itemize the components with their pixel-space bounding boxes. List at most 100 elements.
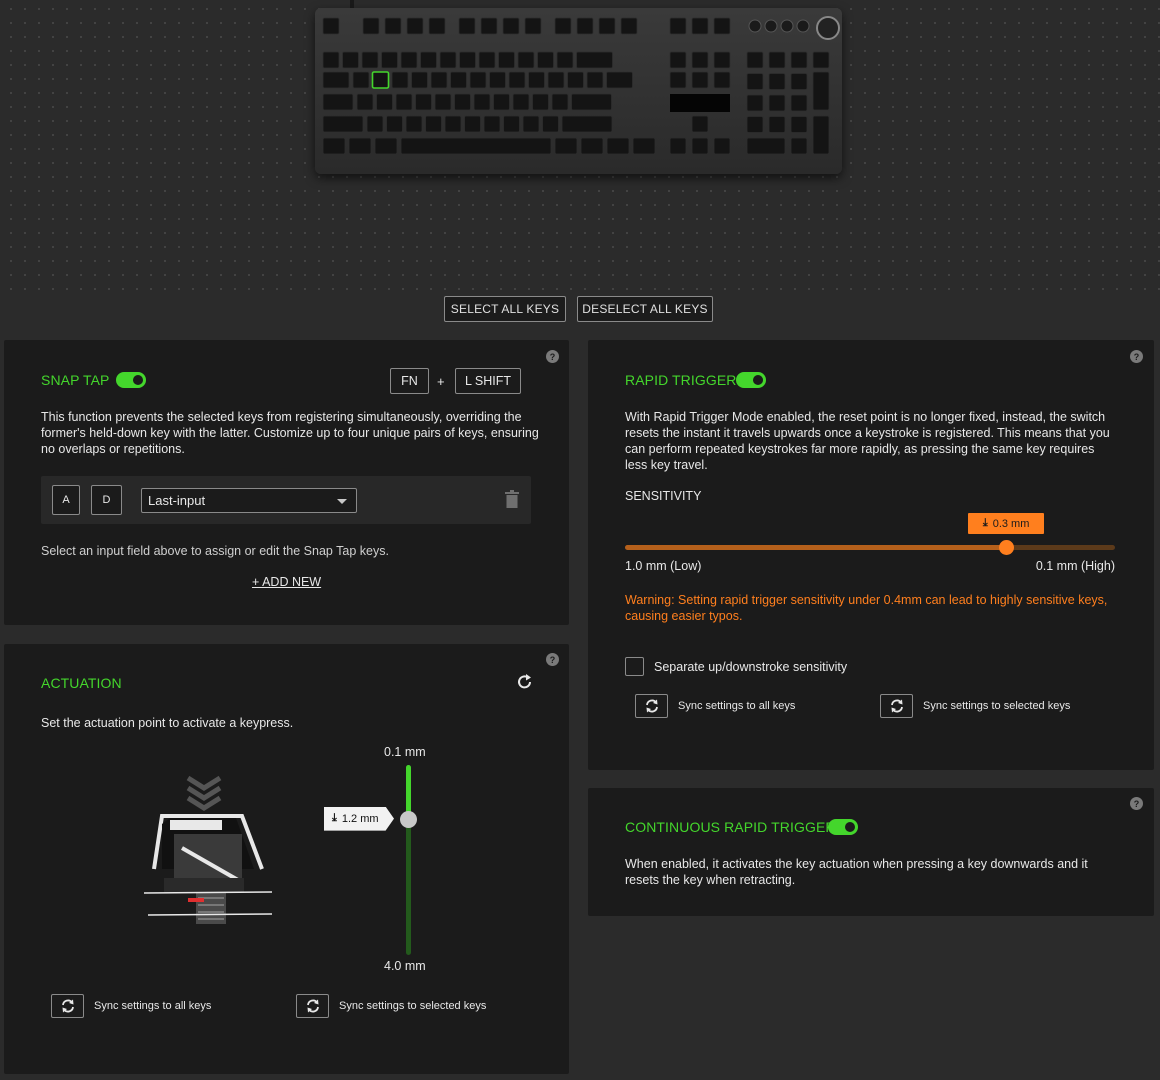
keyboard-key[interactable]	[567, 71, 584, 89]
keyboard-key[interactable]	[691, 115, 709, 133]
key-enter[interactable]	[571, 93, 612, 111]
keyboard-key[interactable]	[746, 116, 764, 133]
keyboard-key[interactable]	[746, 51, 764, 69]
keyboard-key[interactable]	[384, 17, 402, 35]
keyboard-key[interactable]	[669, 71, 687, 89]
keyboard-key[interactable]	[713, 71, 731, 89]
keyboard-key[interactable]	[669, 137, 687, 155]
key-num0[interactable]	[746, 137, 786, 155]
keyboard-key[interactable]	[691, 71, 709, 89]
keyboard-key[interactable]	[489, 71, 506, 89]
keyboard-key[interactable]	[551, 93, 569, 111]
keyboard-key[interactable]	[522, 115, 540, 133]
keyboard-key[interactable]	[606, 137, 630, 155]
key-num-enter[interactable]	[812, 115, 830, 155]
keyboard-key[interactable]	[459, 51, 476, 69]
key-backspace[interactable]	[576, 51, 613, 69]
key-num-plus[interactable]	[812, 71, 830, 111]
keyboard-key[interactable]	[502, 17, 520, 35]
continuous-rapid-trigger-toggle[interactable]	[828, 819, 858, 835]
keyboard-key[interactable]	[746, 73, 764, 90]
keyboard-key[interactable]	[478, 51, 496, 69]
keyboard-key[interactable]	[493, 93, 510, 111]
keyboard-key[interactable]	[691, 17, 709, 35]
keyboard-key[interactable]	[464, 115, 481, 133]
add-new-link[interactable]: + ADD NEW	[252, 575, 321, 589]
keyboard-key[interactable]	[361, 51, 379, 69]
keyboard-keys-illustration[interactable]	[315, 8, 842, 174]
help-icon[interactable]: ?	[546, 653, 559, 666]
keyboard-key[interactable]	[391, 71, 409, 89]
keyboard-key[interactable]	[554, 17, 572, 35]
keyboard-key[interactable]	[606, 71, 633, 89]
keyboard-key[interactable]	[524, 17, 542, 35]
sensitivity-slider-thumb[interactable]	[999, 540, 1015, 555]
actuation-sync-selected-button[interactable]: Sync settings to selected keys	[296, 994, 486, 1018]
keyboard-key[interactable]	[576, 17, 594, 35]
keyboard-key[interactable]	[444, 115, 462, 133]
keyboard-key[interactable]	[352, 71, 370, 89]
keyboard-key[interactable]	[768, 116, 786, 133]
keyboard-key[interactable]	[542, 115, 559, 133]
keyboard-key[interactable]	[480, 17, 498, 35]
help-icon[interactable]: ?	[1130, 350, 1143, 363]
separate-sensitivity-checkbox[interactable]	[625, 657, 644, 676]
trash-icon[interactable]	[505, 490, 519, 508]
keyboard-key[interactable]	[503, 115, 520, 133]
keyboard-key[interactable]	[483, 115, 501, 133]
keyboard-key[interactable]	[366, 115, 384, 133]
key-lshift[interactable]	[322, 115, 364, 133]
keyboard-key[interactable]	[348, 137, 372, 155]
keyboard-key[interactable]	[768, 94, 786, 112]
key-w-selected[interactable]	[371, 71, 390, 89]
keyboard-key[interactable]	[598, 17, 616, 35]
key-space[interactable]	[400, 137, 552, 155]
keyboard-key[interactable]	[322, 137, 346, 155]
keyboard-key[interactable]	[713, 51, 731, 69]
keyboard-key[interactable]	[790, 137, 808, 155]
select-all-keys-button[interactable]: SELECT ALL KEYS	[444, 296, 566, 322]
keyboard-key[interactable]	[790, 116, 808, 133]
keyboard-key[interactable]	[454, 93, 471, 111]
help-icon[interactable]: ?	[546, 350, 559, 363]
keyboard-key[interactable]	[517, 51, 535, 69]
keyboard-key[interactable]	[434, 93, 452, 111]
key-tab[interactable]	[322, 71, 350, 89]
actuation-slider-thumb[interactable]	[400, 810, 417, 828]
keyboard-key[interactable]	[556, 51, 574, 69]
key-rshift[interactable]	[561, 115, 613, 133]
keyboard-key[interactable]	[405, 115, 423, 133]
keyboard-key[interactable]	[374, 137, 398, 155]
pair-key-a-field[interactable]: A	[52, 485, 80, 515]
keyboard-key[interactable]	[322, 51, 340, 69]
keyboard-key[interactable]	[508, 71, 526, 89]
snap-tap-mode-select[interactable]: Last-input	[141, 488, 357, 513]
keyboard-key[interactable]	[469, 71, 487, 89]
keyboard-key[interactable]	[428, 17, 446, 35]
keyboard-key[interactable]	[498, 51, 515, 69]
keyboard-key[interactable]	[356, 93, 374, 111]
keyboard-key[interactable]	[547, 71, 565, 89]
keyboard-key[interactable]	[713, 137, 731, 155]
keyboard-key[interactable]	[554, 137, 578, 155]
rapid-sync-all-button[interactable]: Sync settings to all keys	[635, 694, 795, 718]
keyboard-key[interactable]	[713, 17, 731, 35]
keyboard-key[interactable]	[691, 51, 709, 69]
keyboard-key[interactable]	[395, 93, 413, 111]
keyboard-image[interactable]	[315, 8, 842, 174]
rapid-trigger-toggle[interactable]	[736, 372, 766, 388]
keyboard-key[interactable]	[400, 51, 418, 69]
keyboard-key[interactable]	[768, 51, 786, 69]
snap-tap-toggle[interactable]	[116, 372, 146, 388]
keyboard-key[interactable]	[528, 71, 545, 89]
keyboard-key[interactable]	[691, 137, 709, 155]
rapid-sync-selected-button[interactable]: Sync settings to selected keys	[880, 694, 1070, 718]
actuation-sync-all-button[interactable]: Sync settings to all keys	[51, 994, 211, 1018]
volume-dial[interactable]	[816, 16, 840, 40]
keyboard-key[interactable]	[430, 71, 448, 89]
keyboard-key[interactable]	[450, 71, 467, 89]
keyboard-key[interactable]	[790, 94, 808, 112]
keyboard-key[interactable]	[420, 51, 437, 69]
pair-key-d-field[interactable]: D	[91, 485, 122, 515]
reset-icon[interactable]	[516, 673, 534, 691]
